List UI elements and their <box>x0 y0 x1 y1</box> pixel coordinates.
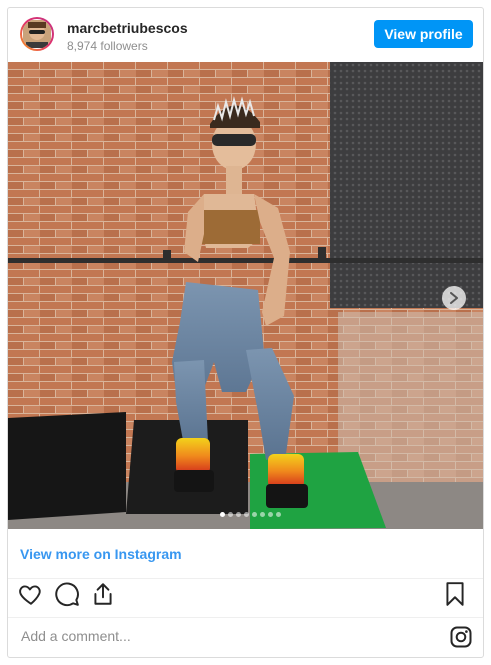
comment-row <box>8 617 483 657</box>
view-profile-button[interactable]: View profile <box>374 20 473 48</box>
carousel-indicators <box>8 512 483 517</box>
instagram-embed-card: marcbetriubescos 8,974 followers View pr… <box>7 7 484 658</box>
carousel-next-button[interactable] <box>442 286 466 310</box>
follower-count: 8,974 followers <box>67 39 148 53</box>
share-icon <box>94 583 112 605</box>
chevron-right-icon <box>450 292 458 304</box>
post-header: marcbetriubescos 8,974 followers View pr… <box>8 8 483 62</box>
carousel-dot <box>252 512 257 517</box>
post-photo-image <box>8 62 483 529</box>
comment-button[interactable] <box>54 581 80 612</box>
view-more-row: View more on Instagram <box>8 529 483 579</box>
comment-icon <box>55 582 79 607</box>
like-button[interactable] <box>18 581 44 612</box>
carousel-dot <box>260 512 265 517</box>
comment-input[interactable] <box>19 627 403 645</box>
bookmark-icon <box>446 582 464 606</box>
carousel-dot <box>220 512 225 517</box>
username[interactable]: marcbetriubescos <box>67 20 188 36</box>
carousel-dot <box>244 512 249 517</box>
post-photo[interactable] <box>8 62 483 529</box>
save-button[interactable] <box>442 581 468 612</box>
carousel-dot <box>268 512 273 517</box>
view-more-link[interactable]: View more on Instagram <box>20 546 182 562</box>
carousel-dot <box>236 512 241 517</box>
carousel-dot <box>228 512 233 517</box>
carousel-dot <box>276 512 281 517</box>
avatar-image <box>22 19 52 49</box>
heart-icon <box>19 585 41 605</box>
action-bar <box>8 579 483 617</box>
instagram-icon <box>450 626 472 648</box>
share-button[interactable] <box>90 581 116 612</box>
avatar[interactable] <box>20 17 54 51</box>
instagram-logo-button[interactable] <box>449 625 473 654</box>
